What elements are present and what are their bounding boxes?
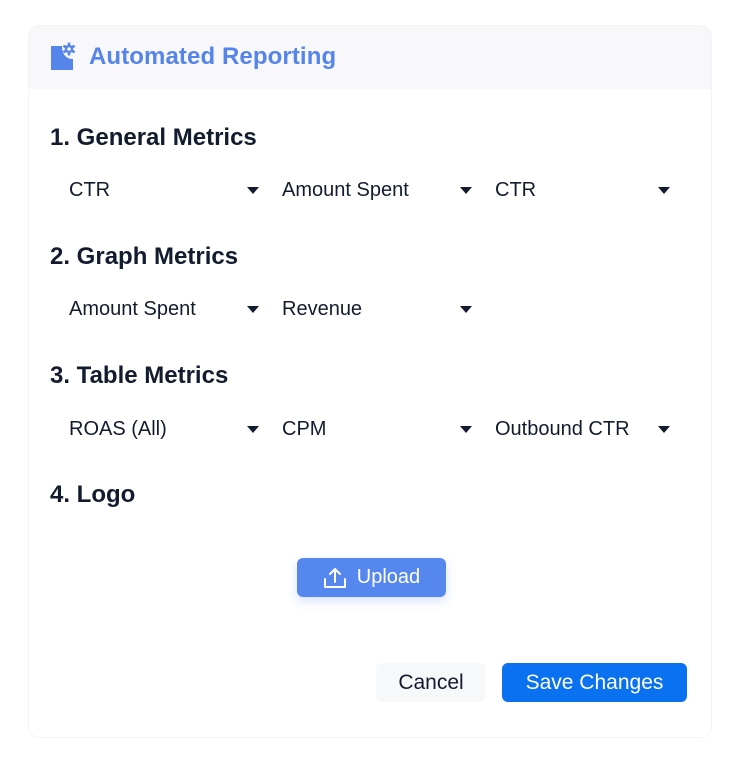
caret-down-icon	[247, 306, 259, 313]
select-value: Revenue	[282, 297, 363, 320]
caret-down-icon	[247, 426, 259, 433]
caret-down-icon	[247, 187, 259, 194]
section-title-general-metrics: 1. General Metrics	[50, 124, 257, 151]
caret-down-icon	[658, 187, 670, 194]
page-title: Automated Reporting	[89, 43, 337, 70]
cancel-button[interactable]: Cancel	[376, 663, 486, 702]
report-settings-icon	[51, 42, 76, 70]
general-metric-select-3[interactable]: CTR	[495, 172, 670, 208]
section-title-table-metrics: 3. Table Metrics	[50, 362, 229, 389]
section-title-graph-metrics: 2. Graph Metrics	[50, 243, 239, 270]
select-value: CPM	[282, 417, 327, 440]
general-metric-select-2[interactable]: Amount Spent	[282, 172, 472, 208]
upload-button[interactable]: Upload	[297, 558, 446, 597]
card-header: Automated Reporting	[29, 26, 711, 89]
select-value: CTR	[495, 178, 537, 201]
save-changes-button[interactable]: Save Changes	[502, 663, 687, 702]
table-metric-select-2[interactable]: CPM	[282, 411, 472, 447]
automated-reporting-card: Automated Reporting 1. General Metrics C…	[29, 26, 711, 737]
graph-metric-select-2[interactable]: Revenue	[282, 291, 472, 327]
select-value: Outbound CTR	[495, 417, 630, 440]
caret-down-icon	[460, 306, 472, 313]
upload-icon	[323, 567, 346, 588]
table-metric-select-1[interactable]: ROAS (All)	[69, 411, 259, 447]
select-value: Amount Spent	[69, 297, 196, 320]
section-title-logo: 4. Logo	[50, 481, 136, 508]
caret-down-icon	[460, 426, 472, 433]
caret-down-icon	[658, 426, 670, 433]
select-value: Amount Spent	[282, 178, 409, 201]
upload-label: Upload	[356, 566, 421, 588]
table-metric-select-3[interactable]: Outbound CTR	[495, 411, 670, 447]
select-value: ROAS (All)	[69, 417, 167, 440]
caret-down-icon	[460, 187, 472, 194]
graph-metric-select-1[interactable]: Amount Spent	[69, 291, 259, 327]
select-value: CTR	[69, 178, 111, 201]
general-metric-select-1[interactable]: CTR	[69, 172, 259, 208]
